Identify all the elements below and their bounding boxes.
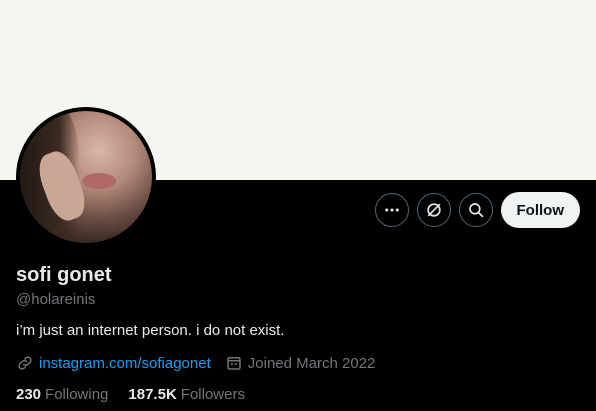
calendar-icon: [225, 354, 243, 372]
search-icon: [467, 201, 485, 219]
profile-actions: Follow: [374, 192, 580, 228]
following-label: Following: [45, 386, 109, 403]
followers-label: Followers: [180, 386, 245, 403]
avatar-image: [20, 111, 152, 243]
website-item: instagram.com/sofiagonet: [16, 354, 211, 372]
joined-date: Joined March 2022: [247, 354, 376, 372]
grok-icon: [424, 200, 444, 220]
profile-bio: i’m just an internet person. i do not ex…: [16, 322, 285, 339]
username-handle: @holareinis: [16, 291, 96, 308]
followers-link[interactable]: 187.5K Followers: [128, 386, 245, 403]
following-link[interactable]: 230 Following: [16, 386, 108, 403]
avatar[interactable]: [16, 107, 156, 247]
followers-count: 187.5K: [128, 386, 177, 403]
profile-meta: instagram.com/sofiagonet Joined March 20…: [16, 354, 375, 372]
more-button[interactable]: [374, 193, 409, 227]
follow-stats: 230 Following 187.5K Followers: [16, 386, 245, 403]
link-icon: [16, 354, 34, 372]
grok-button[interactable]: [416, 193, 451, 227]
more-icon: [383, 201, 401, 219]
follow-button[interactable]: Follow: [500, 192, 580, 228]
website-link[interactable]: instagram.com/sofiagonet: [39, 355, 211, 372]
display-name: sofi gonet: [16, 264, 112, 286]
joined-item: Joined March 2022: [225, 354, 376, 372]
following-count: 230: [16, 386, 42, 403]
search-button[interactable]: [458, 193, 493, 227]
